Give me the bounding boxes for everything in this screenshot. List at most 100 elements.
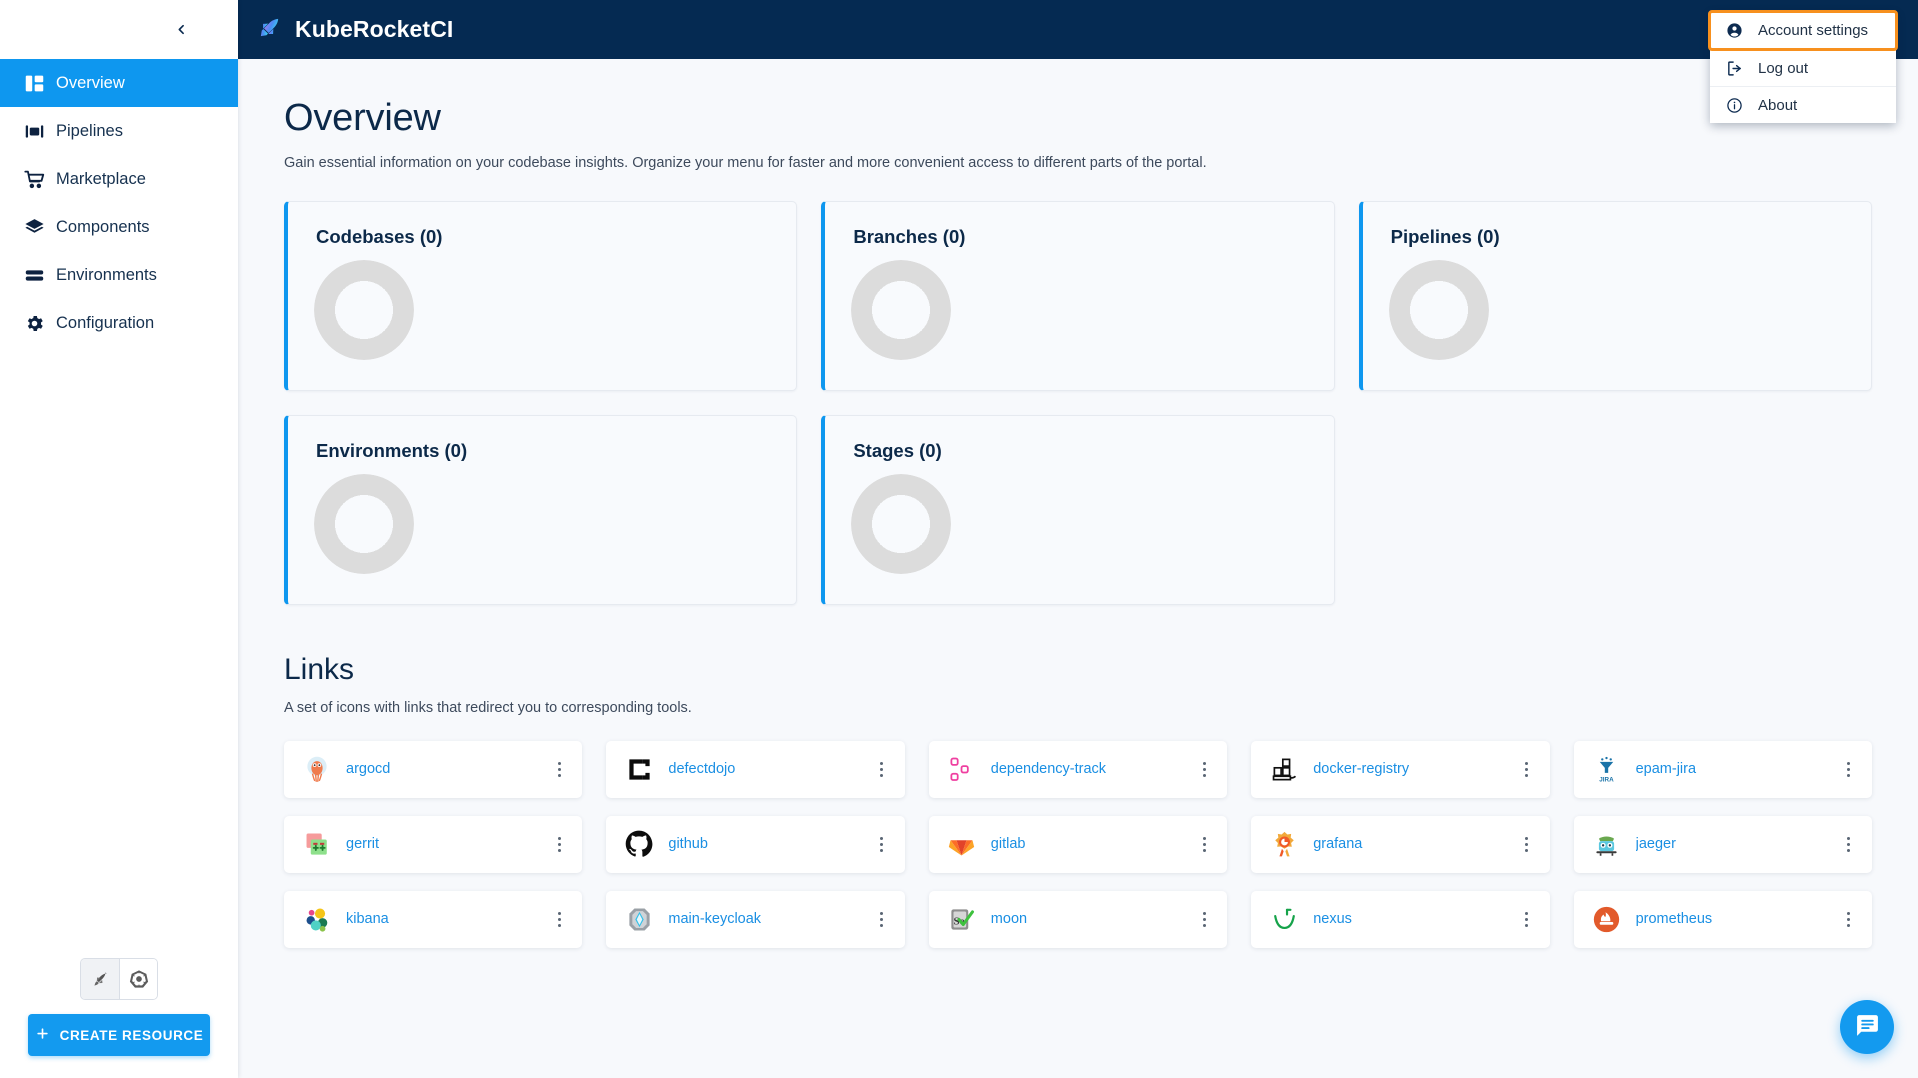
donut-chart bbox=[1388, 259, 1489, 360]
sidebar-nav: Overview Pipelines Marketplace Component… bbox=[0, 59, 238, 347]
sidebar-item-components[interactable]: Components bbox=[0, 203, 238, 251]
link-label: epam-jira bbox=[1635, 761, 1697, 778]
stat-card-title: Environments (0) bbox=[316, 439, 468, 461]
create-resource-button[interactable]: CREATE RESOURCE bbox=[28, 1014, 210, 1056]
sidebar: Overview Pipelines Marketplace Component… bbox=[0, 0, 238, 1078]
link-card-kibana[interactable]: kibana bbox=[284, 890, 583, 948]
link-card-dependency-track[interactable]: dependency-track bbox=[928, 740, 1228, 798]
link-card-gitlab[interactable]: gitlab bbox=[928, 815, 1228, 873]
more-vertical-icon[interactable] bbox=[1191, 831, 1217, 857]
more-vertical-icon[interactable] bbox=[546, 906, 572, 932]
link-card-github[interactable]: github bbox=[606, 815, 905, 873]
stat-card-branches[interactable]: Branches (0) bbox=[821, 200, 1335, 391]
sidebar-item-environments[interactable]: Environments bbox=[0, 251, 238, 299]
more-vertical-icon[interactable] bbox=[546, 831, 572, 857]
link-label: argocd bbox=[346, 761, 391, 778]
more-vertical-icon[interactable] bbox=[869, 756, 895, 782]
keycloak-icon bbox=[624, 904, 654, 934]
more-vertical-icon[interactable] bbox=[546, 756, 572, 782]
defectdojo-icon bbox=[624, 754, 654, 784]
donut-chart bbox=[314, 259, 414, 360]
link-card-prometheus[interactable]: prometheus bbox=[1573, 890, 1872, 948]
link-label: jaeger bbox=[1635, 836, 1676, 853]
rocket-icon[interactable] bbox=[81, 959, 119, 999]
donut-chart bbox=[851, 259, 952, 360]
more-vertical-icon[interactable] bbox=[1836, 756, 1862, 782]
link-card-defectdojo[interactable]: defectdojo bbox=[606, 740, 905, 798]
more-vertical-icon[interactable] bbox=[869, 831, 895, 857]
more-vertical-icon[interactable] bbox=[1191, 906, 1217, 932]
stat-card-title: Stages (0) bbox=[853, 439, 942, 461]
page-title: Overview bbox=[284, 97, 441, 139]
main-region: KubeRocketCI Account settings Log out Ab… bbox=[238, 0, 1918, 1078]
chat-fab-button[interactable] bbox=[1840, 1000, 1894, 1054]
stat-card-title: Branches (0) bbox=[853, 225, 966, 247]
prometheus-icon bbox=[1592, 904, 1622, 934]
sidebar-item-overview[interactable]: Overview bbox=[0, 59, 238, 107]
dashboard-icon bbox=[12, 73, 56, 94]
sidebar-item-label: Overview bbox=[56, 73, 125, 92]
menu-item-log-out[interactable]: Log out bbox=[1710, 49, 1896, 86]
menu-item-about[interactable]: About bbox=[1710, 86, 1896, 123]
menu-item-account-settings[interactable]: Account settings bbox=[1708, 10, 1898, 51]
more-vertical-icon[interactable] bbox=[1191, 756, 1217, 782]
stack-icon bbox=[12, 265, 56, 286]
link-card-main-keycloak[interactable]: main-keycloak bbox=[606, 890, 905, 948]
stat-card-stages[interactable]: Stages (0) bbox=[821, 414, 1335, 605]
sidebar-header bbox=[0, 0, 238, 59]
link-label: gitlab bbox=[990, 836, 1026, 853]
kubernetes-icon[interactable] bbox=[119, 959, 157, 999]
menu-item-label: Account settings bbox=[1758, 22, 1869, 39]
link-card-nexus[interactable]: nexus bbox=[1251, 890, 1550, 948]
link-label: main-keycloak bbox=[668, 911, 762, 928]
link-label: nexus bbox=[1313, 911, 1352, 928]
link-label: prometheus bbox=[1635, 911, 1713, 928]
gerrit-icon bbox=[302, 829, 332, 859]
chevron-left-icon[interactable] bbox=[168, 17, 194, 43]
link-label: grafana bbox=[1313, 836, 1363, 853]
link-label: dependency-track bbox=[990, 761, 1107, 778]
sidebar-item-label: Marketplace bbox=[56, 169, 146, 188]
more-vertical-icon[interactable] bbox=[1836, 831, 1862, 857]
link-card-jaeger[interactable]: jaeger bbox=[1573, 815, 1872, 873]
more-vertical-icon[interactable] bbox=[1514, 831, 1540, 857]
link-card-docker-registry[interactable]: docker-registry bbox=[1251, 740, 1550, 798]
link-label: defectdojo bbox=[668, 761, 736, 778]
link-card-argocd[interactable]: argocd bbox=[284, 740, 583, 798]
argocd-icon bbox=[302, 754, 332, 784]
stat-card-codebases[interactable]: Codebases (0) bbox=[284, 200, 798, 391]
stat-card-environments[interactable]: Environments (0) bbox=[284, 414, 798, 605]
docker-registry-icon bbox=[1269, 754, 1299, 784]
stat-card-pipelines[interactable]: Pipelines (0) bbox=[1358, 200, 1872, 391]
donut-chart bbox=[314, 473, 414, 574]
more-vertical-icon[interactable] bbox=[1514, 756, 1540, 782]
jaeger-icon bbox=[1592, 829, 1622, 859]
link-card-gerrit[interactable]: gerrit bbox=[284, 815, 583, 873]
more-vertical-icon[interactable] bbox=[1836, 906, 1862, 932]
donut-chart bbox=[851, 473, 952, 574]
sidebar-item-pipelines[interactable]: Pipelines bbox=[0, 107, 238, 155]
sidebar-item-label: Configuration bbox=[56, 313, 155, 332]
jira-icon: JIRA bbox=[1592, 754, 1622, 784]
more-vertical-icon[interactable] bbox=[1514, 906, 1540, 932]
more-vertical-icon[interactable] bbox=[869, 906, 895, 932]
kibana-icon bbox=[302, 904, 332, 934]
create-resource-label: CREATE RESOURCE bbox=[59, 1027, 204, 1043]
gitlab-icon bbox=[947, 829, 977, 859]
link-card-grafana[interactable]: grafana bbox=[1251, 815, 1550, 873]
logout-icon bbox=[1725, 59, 1744, 78]
link-label: moon bbox=[990, 911, 1028, 928]
brand[interactable]: KubeRocketCI bbox=[256, 14, 453, 46]
link-label: github bbox=[668, 836, 708, 853]
sidebar-item-marketplace[interactable]: Marketplace bbox=[0, 155, 238, 203]
content-area: Overview Gain essential information on y… bbox=[238, 59, 1918, 1078]
link-card-epam-jira[interactable]: JIRA epam-jira bbox=[1573, 740, 1872, 798]
link-label: docker-registry bbox=[1313, 761, 1410, 778]
sidebar-footer: CREATE RESOURCE bbox=[0, 958, 238, 1078]
links-header: Links A set of icons with links that red… bbox=[284, 653, 1872, 716]
page-subtitle: Gain essential information on your codeb… bbox=[284, 154, 1207, 171]
link-card-moon[interactable]: Se moon bbox=[928, 890, 1228, 948]
sidebar-item-configuration[interactable]: Configuration bbox=[0, 299, 238, 347]
sidebar-item-label: Pipelines bbox=[56, 121, 123, 140]
